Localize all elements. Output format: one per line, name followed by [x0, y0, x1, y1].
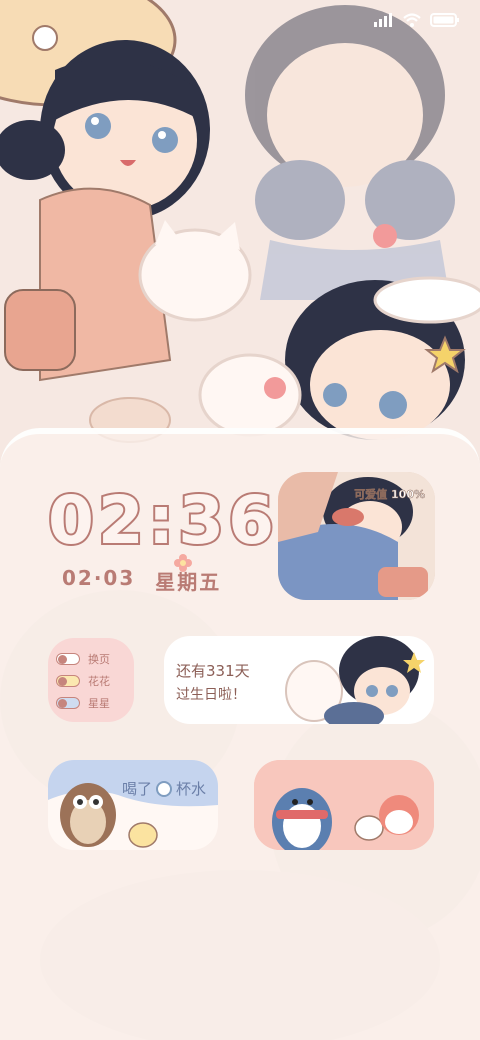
signal-icon: [374, 12, 394, 31]
flower-icon: [173, 553, 193, 577]
toggle-label: 换页: [88, 653, 110, 666]
toggle-row-flower[interactable]: 花花: [56, 670, 126, 692]
status-bar: [374, 10, 460, 32]
battery-icon: [430, 12, 460, 31]
birthday-countdown: 还有331天: [176, 662, 250, 680]
wifi-icon: [402, 12, 422, 31]
water-illustration: [48, 760, 218, 848]
penguin-illustration: [254, 760, 434, 850]
water-count: 0: [156, 780, 173, 797]
toggle-row-page[interactable]: 换页: [56, 648, 126, 670]
toggle-row-star[interactable]: 星星: [56, 692, 126, 714]
toggle-switch[interactable]: [56, 697, 80, 709]
toggle-label: 花花: [88, 675, 110, 688]
date-label: 02·03: [62, 566, 136, 590]
photo-widget[interactable]: 可爱值 100%: [278, 472, 435, 600]
toggle-label: 星星: [88, 697, 110, 710]
water-counter: 喝了 0 杯水: [122, 778, 206, 799]
water-widget[interactable]: 喝了 0 杯水: [48, 760, 218, 850]
toggles-widget: 换页 花花 星星: [48, 638, 134, 722]
clock-date[interactable]: 02·03 星期五: [62, 566, 221, 595]
penguin-widget[interactable]: [254, 760, 434, 850]
birthday-widget[interactable]: 还有331天 过生日啦！: [164, 636, 434, 724]
toggle-switch[interactable]: [56, 675, 80, 687]
water-prefix: 喝了: [122, 780, 153, 798]
birthday-illustration: [285, 636, 425, 724]
toggle-switch[interactable]: [56, 653, 80, 665]
photo-caption: 可爱值 100%: [354, 488, 425, 502]
birthday-subtitle: 过生日啦！: [176, 687, 246, 703]
water-suffix: 杯水: [176, 780, 207, 798]
clock-time[interactable]: 02:36: [46, 486, 278, 556]
